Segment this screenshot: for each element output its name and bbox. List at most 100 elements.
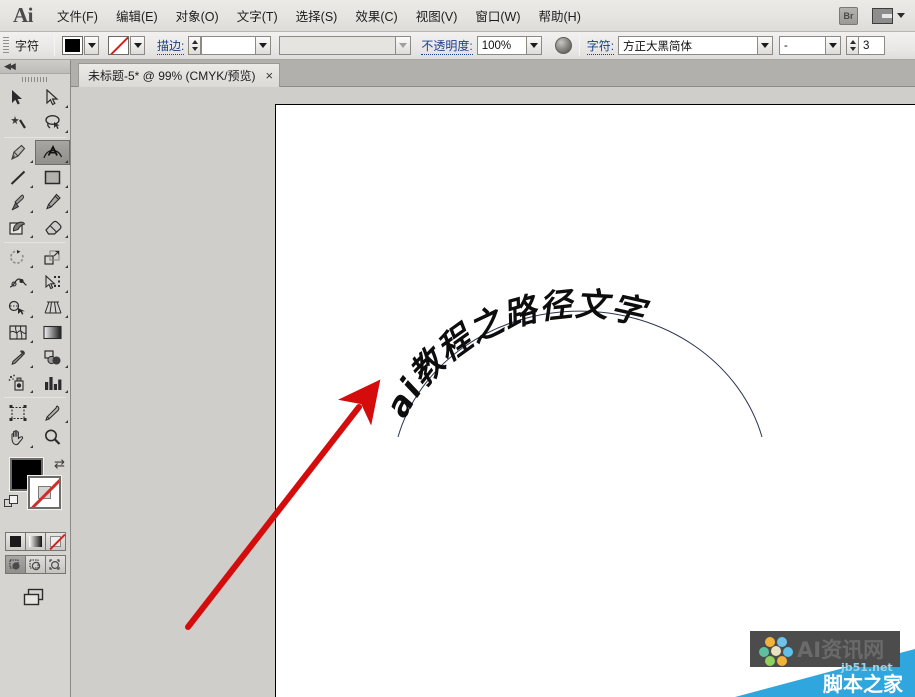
fill-swatch-group[interactable] [62, 36, 100, 55]
stroke-color-swatch-none[interactable] [28, 476, 61, 509]
font-style-combo[interactable]: - [779, 36, 842, 55]
tool-flyout-indicator[interactable] [30, 235, 33, 238]
zoom-tool[interactable] [35, 425, 70, 450]
tool-flyout-indicator[interactable] [30, 365, 33, 368]
pen-tool[interactable] [0, 140, 35, 165]
font-size-stepper[interactable] [846, 36, 860, 55]
tool-flyout-indicator[interactable] [65, 210, 68, 213]
tool-flyout-indicator[interactable] [30, 445, 33, 448]
gradient-tool[interactable] [35, 320, 70, 345]
chevron-down-icon[interactable] [757, 37, 773, 54]
artboard[interactable] [275, 104, 915, 697]
selection-tool[interactable] [0, 85, 35, 110]
opacity-combo[interactable]: 100% [476, 36, 542, 55]
tool-flyout-indicator[interactable] [65, 265, 68, 268]
tool-flyout-indicator[interactable] [30, 340, 33, 343]
tool-flyout-indicator[interactable] [30, 265, 33, 268]
width-tool[interactable] [0, 270, 35, 295]
menu-file[interactable]: 文件(F) [48, 2, 107, 29]
control-bar-grip[interactable] [3, 36, 9, 55]
toolbox-header[interactable]: ◀◀ [0, 60, 70, 74]
canvas-area[interactable]: ai教程之路径文字 AI资讯网 jb51.net 脚本之家 [71, 87, 915, 697]
tool-flyout-indicator[interactable] [65, 105, 68, 108]
blob-brush-tool[interactable] [0, 215, 35, 240]
artboard-tool[interactable] [0, 400, 35, 425]
workspace-switcher[interactable] [872, 7, 905, 24]
stroke-weight-stepper[interactable] [188, 36, 202, 55]
hand-tool[interactable] [0, 425, 35, 450]
eyedropper-tool[interactable] [0, 345, 35, 370]
tool-flyout-indicator[interactable] [65, 365, 68, 368]
line-segment-tool[interactable] [0, 165, 35, 190]
tool-flyout-indicator[interactable] [65, 290, 68, 293]
eraser-tool[interactable] [35, 215, 70, 240]
perspective-grid-tool[interactable] [35, 295, 70, 320]
menu-edit[interactable]: 编辑(E) [107, 2, 167, 29]
tool-flyout-indicator[interactable] [65, 315, 68, 318]
screen-mode-button[interactable] [0, 588, 70, 608]
stroke-weight-label[interactable]: 描边: [157, 37, 185, 55]
slice-tool[interactable] [35, 400, 70, 425]
stroke-swatch-dropdown[interactable] [130, 36, 146, 55]
symbol-sprayer-tool[interactable] [0, 370, 35, 395]
character-panel-label[interactable]: 字符: [586, 37, 615, 55]
tool-flyout-indicator[interactable] [30, 160, 33, 163]
blend-tool[interactable] [35, 345, 70, 370]
column-graph-tool[interactable] [35, 370, 70, 395]
direct-selection-tool[interactable] [35, 85, 70, 110]
chevron-down-icon[interactable] [525, 37, 541, 54]
tool-flyout-indicator[interactable] [30, 315, 33, 318]
none-mode-button[interactable] [45, 532, 66, 551]
menu-help[interactable]: 帮助(H) [530, 2, 590, 29]
tool-flyout-indicator[interactable] [30, 210, 33, 213]
tool-flyout-indicator[interactable] [65, 420, 68, 423]
font-size-combo[interactable]: 3 [859, 36, 886, 55]
chevron-down-icon[interactable] [395, 37, 411, 54]
tool-flyout-indicator[interactable] [30, 290, 33, 293]
free-transform-tool[interactable] [35, 270, 70, 295]
draw-normal-button[interactable] [5, 555, 26, 574]
collapse-panel-icon[interactable]: ◀◀ [4, 61, 16, 72]
menu-object[interactable]: 对象(O) [167, 2, 228, 29]
chevron-down-icon[interactable] [825, 37, 841, 54]
shape-builder-tool[interactable] [0, 295, 35, 320]
bridge-button[interactable]: Br [839, 6, 858, 25]
color-mode-button[interactable] [5, 532, 26, 551]
chevron-down-icon[interactable] [255, 37, 271, 54]
tool-flyout-indicator[interactable] [65, 160, 68, 163]
menu-type[interactable]: 文字(T) [228, 2, 287, 29]
stroke-weight-combo[interactable] [201, 36, 272, 55]
rectangle-tool[interactable] [35, 165, 70, 190]
scale-tool[interactable] [35, 245, 70, 270]
draw-inside-button[interactable] [45, 555, 66, 574]
tool-flyout-indicator[interactable] [65, 235, 68, 238]
magic-wand-tool[interactable] [0, 110, 35, 135]
rotate-tool[interactable] [0, 245, 35, 270]
pencil-tool[interactable] [35, 190, 70, 215]
stroke-profile-combo[interactable] [279, 36, 412, 55]
stroke-swatch-none-icon[interactable] [108, 36, 130, 55]
tool-flyout-indicator[interactable] [65, 130, 68, 133]
type-on-path-tool[interactable] [35, 140, 70, 165]
document-tab[interactable]: 未标题-5* @ 99% (CMYK/预览) × [78, 63, 281, 87]
menu-window[interactable]: 窗口(W) [466, 2, 529, 29]
gradient-mode-button[interactable] [25, 532, 46, 551]
stroke-swatch-group[interactable] [108, 36, 146, 55]
toolbox-grip[interactable] [0, 74, 70, 85]
fill-swatch[interactable] [62, 36, 84, 55]
menu-view[interactable]: 视图(V) [407, 2, 467, 29]
swap-fill-stroke-icon[interactable]: ⇄ [54, 456, 65, 472]
default-fill-stroke-icon[interactable] [4, 494, 20, 515]
menu-select[interactable]: 选择(S) [287, 2, 347, 29]
tool-flyout-indicator[interactable] [30, 185, 33, 188]
font-family-combo[interactable]: 方正大黑简体 [618, 36, 774, 55]
mesh-tool[interactable] [0, 320, 35, 345]
tool-flyout-indicator[interactable] [65, 185, 68, 188]
tool-flyout-indicator[interactable] [30, 390, 33, 393]
close-icon[interactable]: × [266, 69, 274, 82]
paintbrush-tool[interactable] [0, 190, 35, 215]
opacity-label[interactable]: 不透明度: [421, 37, 473, 55]
fill-swatch-dropdown[interactable] [84, 36, 100, 55]
opacity-globe-icon[interactable] [554, 37, 572, 54]
menu-effect[interactable]: 效果(C) [346, 2, 406, 29]
